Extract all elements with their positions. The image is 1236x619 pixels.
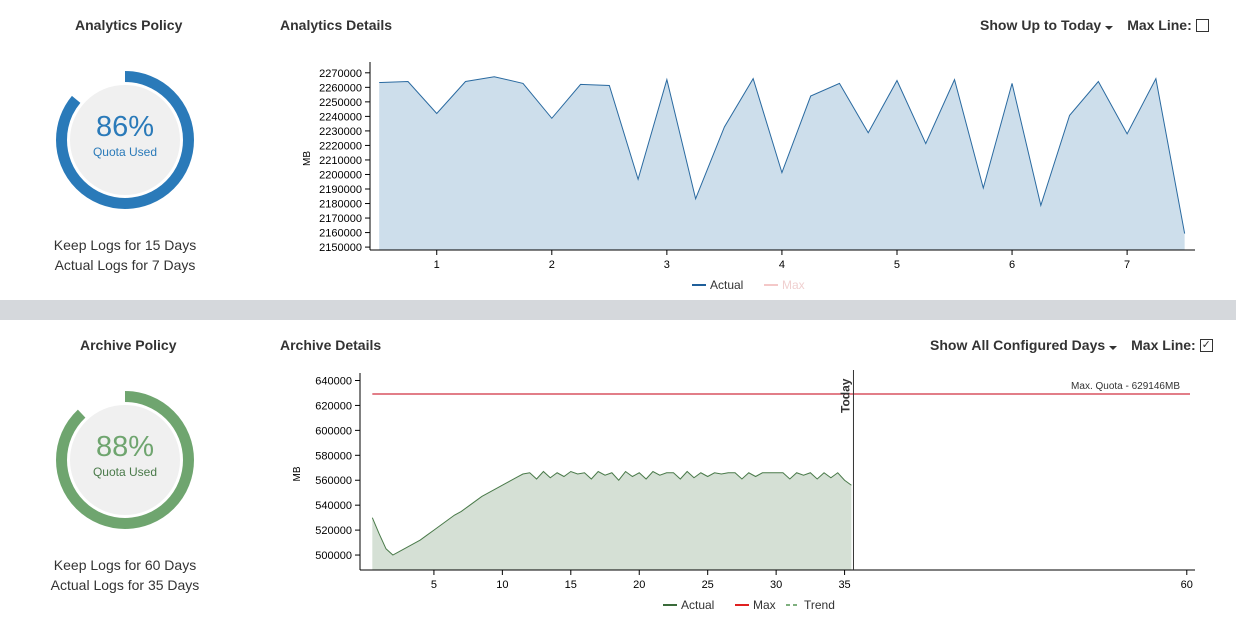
- legend-label-trend: Trend: [804, 598, 835, 612]
- x-tick-label: 20: [633, 579, 645, 591]
- x-tick-label: 15: [565, 579, 577, 591]
- analytics-chart: 2150000 2160000 2170000 2180000 2190000 22000…: [302, 62, 1195, 292]
- analytics-policy-title: Analytics Policy: [75, 17, 183, 33]
- quota-used-label: Quota Used: [92, 465, 158, 479]
- actual-logs-text: Actual Logs for 7 Days: [54, 257, 196, 273]
- caret-down-icon: [1109, 346, 1118, 350]
- y-tick-label: 2160000: [319, 228, 362, 240]
- max-line-label: Max Line:: [1131, 337, 1196, 353]
- analytics-show-dropdown[interactable]: Up to Today: [1021, 17, 1114, 33]
- analytics-details-title: Analytics Details: [280, 17, 393, 33]
- y-tick-label: 2250000: [319, 97, 362, 109]
- x-tick-label: 4: [779, 259, 785, 271]
- actual-area: [379, 76, 1185, 250]
- actual-logs-text: Actual Logs for 35 Days: [50, 577, 200, 593]
- archive-policy-title: Archive Policy: [80, 337, 177, 353]
- y-tick-label: 500000: [315, 550, 352, 562]
- y-axis-label: MB: [302, 151, 313, 166]
- y-tick-label: 540000: [315, 500, 352, 512]
- legend-label-max: Max: [753, 598, 776, 612]
- y-tick-label: 2200000: [319, 169, 362, 181]
- legend-label-max: Max: [782, 278, 805, 292]
- section-divider: [0, 300, 1236, 320]
- x-tick-label: 35: [838, 579, 850, 591]
- legend-label-actual: Actual: [681, 598, 714, 612]
- actual-area: [372, 471, 852, 570]
- show-label: Show: [930, 337, 968, 353]
- y-tick-label: 2270000: [319, 68, 362, 80]
- x-tick-label: 6: [1009, 259, 1015, 271]
- max-line-label: Max Line:: [1127, 17, 1192, 33]
- quota-percent: 86%: [95, 111, 155, 143]
- keep-logs-text: Keep Logs for 15 Days: [53, 237, 197, 253]
- show-label: Show: [980, 17, 1018, 33]
- archive-max-line-checkbox[interactable]: ✓: [1199, 338, 1213, 352]
- x-tick-label: 2: [549, 259, 555, 271]
- y-tick-label: 580000: [315, 450, 352, 462]
- dropdown-value: All Configured Days: [971, 337, 1106, 353]
- y-tick-label: 2170000: [319, 213, 362, 225]
- x-tick-label: 7: [1124, 259, 1130, 271]
- y-tick-label: 640000: [315, 375, 352, 387]
- x-tick-label: 1: [434, 259, 440, 271]
- x-tick-label: 10: [496, 579, 508, 591]
- y-tick-label: 520000: [315, 525, 352, 537]
- analytics-max-line-checkbox[interactable]: [1195, 18, 1209, 32]
- y-tick-label: 2220000: [319, 140, 362, 152]
- y-axis-label: MB: [292, 466, 303, 481]
- x-tick-label: 25: [702, 579, 714, 591]
- y-tick-label: 560000: [315, 475, 352, 487]
- y-tick-label: 2180000: [319, 199, 362, 211]
- x-tick-label: 5: [431, 579, 437, 591]
- quota-percent: 88%: [95, 431, 155, 463]
- legend-label-actual: Actual: [710, 278, 743, 292]
- analytics-controls: Show Up to Today Max Line:: [980, 17, 1209, 33]
- x-tick-label: 30: [770, 579, 782, 591]
- x-tick-label: 5: [894, 259, 900, 271]
- y-tick-label: 2190000: [319, 184, 362, 196]
- today-label: Today: [838, 378, 852, 413]
- dropdown-value: Up to Today: [1021, 17, 1102, 33]
- y-tick-label: 600000: [315, 425, 352, 437]
- archive-controls: Show All Configured Days Max Line: ✓: [930, 337, 1213, 353]
- x-tick-label: 60: [1181, 579, 1193, 591]
- caret-down-icon: [1105, 26, 1114, 30]
- max-quota-label: Max. Quota - 629146MB: [1071, 381, 1180, 392]
- x-tick-label: 3: [664, 259, 670, 271]
- y-tick-label: 2210000: [319, 155, 362, 167]
- archive-chart: 500000 520000 540000 560000 580000 600000 6200…: [292, 370, 1195, 612]
- archive-details-title: Archive Details: [280, 337, 382, 353]
- archive-show-dropdown[interactable]: All Configured Days: [971, 337, 1118, 353]
- y-tick-label: 2150000: [319, 242, 362, 254]
- y-tick-label: 2230000: [319, 126, 362, 138]
- quota-used-label: Quota Used: [92, 145, 158, 159]
- keep-logs-text: Keep Logs for 60 Days: [53, 557, 197, 573]
- y-tick-label: 2240000: [319, 111, 362, 123]
- y-tick-label: 2260000: [319, 82, 362, 94]
- y-tick-label: 620000: [315, 400, 352, 412]
